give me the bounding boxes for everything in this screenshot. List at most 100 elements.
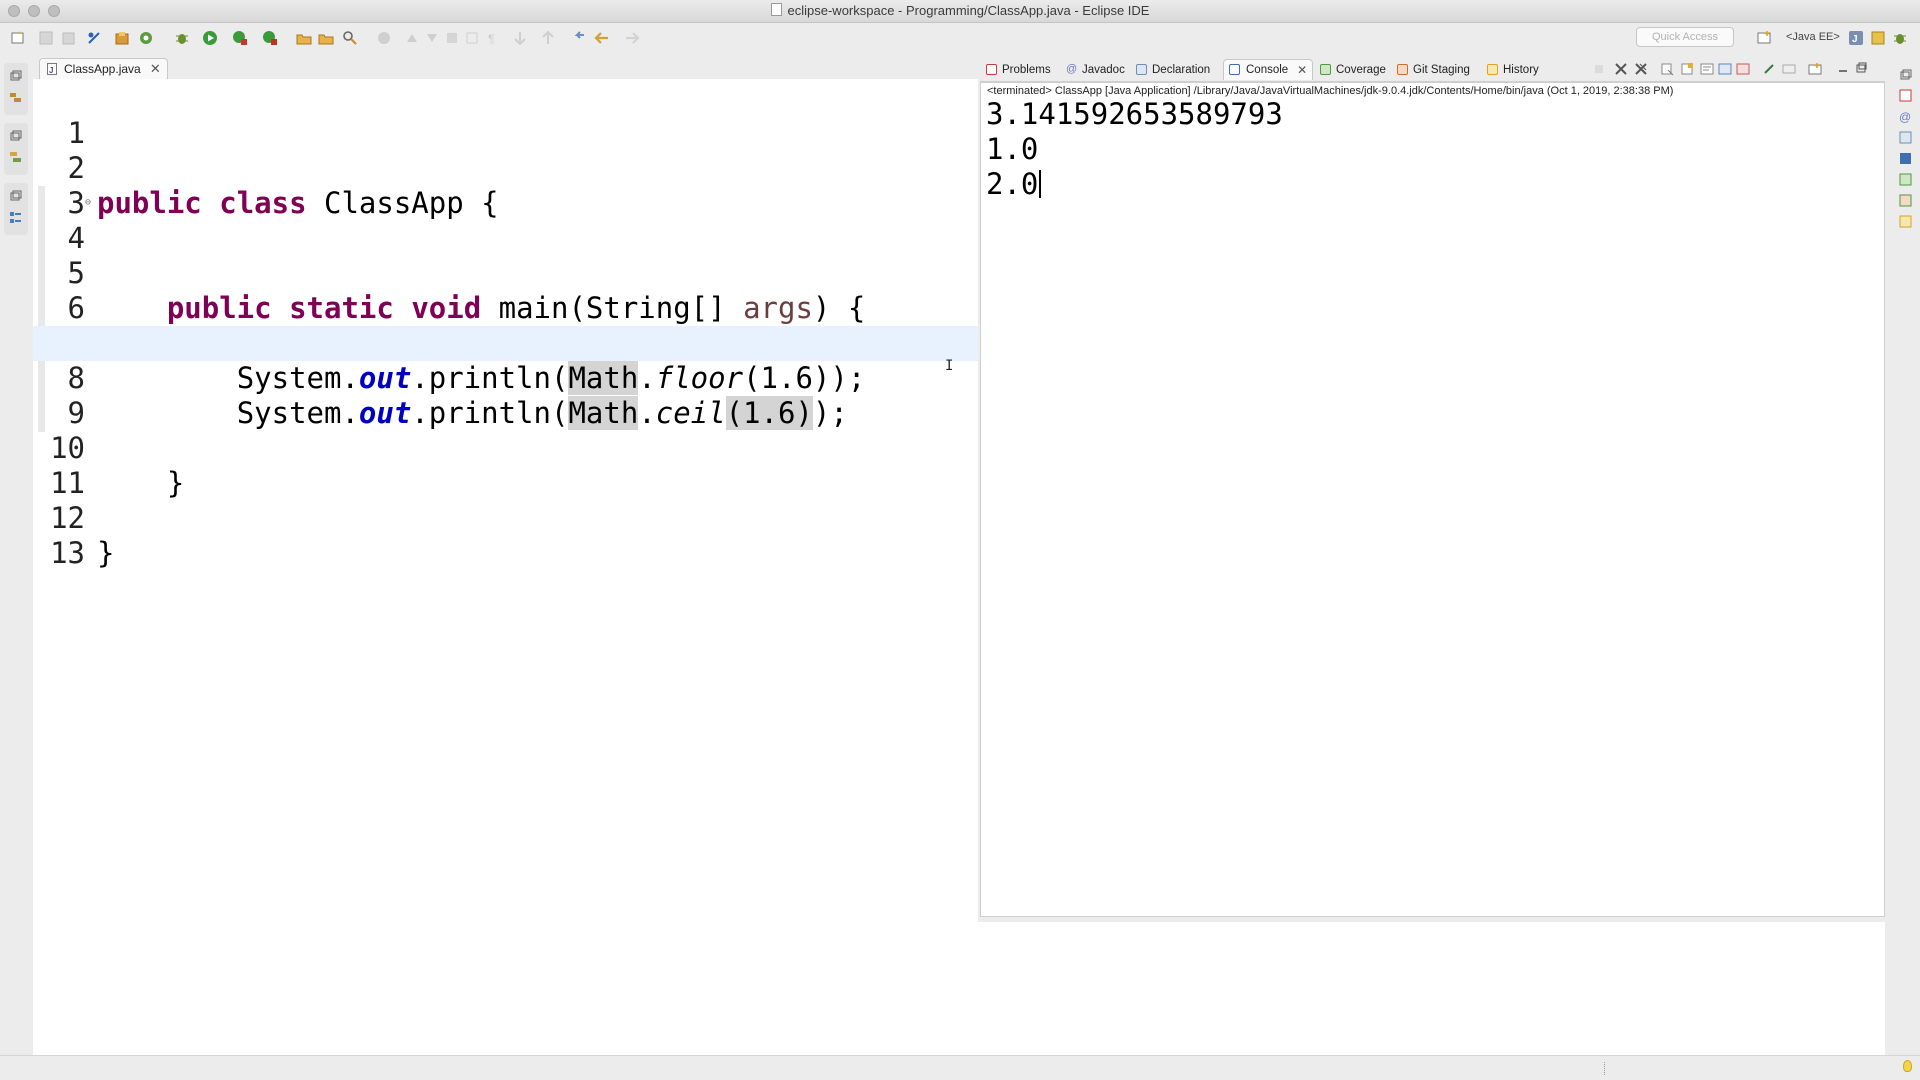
forward-icon[interactable] <box>624 30 640 46</box>
prev-annotation-icon[interactable] <box>424 30 440 46</box>
remove-launch-icon[interactable] <box>1614 62 1628 76</box>
pin-console-icon[interactable] <box>1762 62 1776 76</box>
svg-text:J: J <box>1852 34 1858 45</box>
show-on-error-icon[interactable] <box>1736 62 1750 76</box>
java-ee-perspective-button[interactable]: <Java EE> <box>1786 31 1840 43</box>
terminate-icon[interactable] <box>1592 62 1606 76</box>
code-line: 4 ⊖ public static void main(String[] arg… <box>33 186 978 326</box>
word-wrap-icon[interactable] <box>1700 62 1714 76</box>
problems-icon <box>986 64 997 75</box>
search-icon[interactable] <box>342 30 358 46</box>
previous-edit-icon[interactable] <box>540 30 556 46</box>
show-whitespace-icon[interactable]: ¶ <box>484 30 500 46</box>
trim-group-1 <box>4 63 28 115</box>
problems-icon[interactable] <box>1899 89 1912 102</box>
run-coverage-icon[interactable] <box>232 30 248 46</box>
tab-javadoc[interactable]: @ Javadoc <box>1066 60 1125 80</box>
java-perspective-icon[interactable]: J <box>1848 30 1864 46</box>
console-icon[interactable] <box>1899 152 1912 165</box>
show-on-output-icon[interactable] <box>1718 62 1732 76</box>
line-number: 13 <box>50 536 85 570</box>
tab-history[interactable]: History <box>1487 60 1539 80</box>
open-console-icon[interactable] <box>1808 62 1822 76</box>
debug-perspective-icon[interactable] <box>1892 30 1908 46</box>
editor-tab-classapp[interactable]: ClassApp.java ✕ <box>39 58 168 81</box>
next-annotation-icon[interactable] <box>404 30 420 46</box>
svg-text:¶: ¶ <box>488 32 494 46</box>
open-task-icon[interactable] <box>318 30 334 46</box>
code-line: 1 <box>33 81 978 150</box>
package-explorer-icon[interactable] <box>9 91 22 104</box>
save-all-icon[interactable] <box>60 30 76 46</box>
tab-console[interactable]: Console ✕ <box>1223 59 1314 80</box>
console-view[interactable]: <terminated> ClassApp [Java Application]… <box>980 82 1885 917</box>
code-line: 12 } <box>33 466 978 570</box>
new-server-icon[interactable] <box>138 30 154 46</box>
next-edit-icon[interactable] <box>512 30 528 46</box>
close-icon[interactable]: ✕ <box>1297 60 1307 80</box>
status-grip[interactable] <box>1604 1062 1607 1075</box>
external-tools-icon[interactable] <box>262 30 278 46</box>
view-maximize-icon[interactable] <box>1854 62 1868 76</box>
coverage-icon[interactable] <box>1899 173 1912 186</box>
console-process-description: <terminated> ClassApp [Java Application]… <box>987 85 1674 97</box>
left-trim-bar <box>0 55 30 1055</box>
trim-group-3 <box>4 183 28 235</box>
tab-problems[interactable]: Problems <box>986 60 1051 80</box>
code-line: 6 System.out.println(Math.PI); <box>33 256 978 360</box>
tab-coverage[interactable]: Coverage <box>1320 60 1386 80</box>
code-line: 2 public class ClassApp { <box>33 116 978 220</box>
declaration-icon[interactable] <box>1899 131 1912 144</box>
declaration-icon <box>1136 64 1147 75</box>
git-staging-icon[interactable] <box>1899 194 1912 207</box>
console-output-line: 3.141592653589793 <box>986 97 1283 131</box>
git-staging-icon <box>1397 64 1408 75</box>
console-output-line: 2.0 <box>986 167 1042 202</box>
code-line: 10 } <box>33 396 978 500</box>
at-sign-icon[interactable]: @ <box>1899 110 1912 123</box>
restore-icon[interactable] <box>1899 69 1912 82</box>
close-icon[interactable]: ✕ <box>150 59 161 79</box>
views-tab-bar: Problems @ Javadoc Declaration Console ✕ … <box>980 57 1885 82</box>
new-icon[interactable] <box>10 30 26 46</box>
restore-icon[interactable] <box>9 190 22 203</box>
restore-icon[interactable] <box>9 70 22 83</box>
save-icon[interactable] <box>38 30 54 46</box>
git-perspective-icon[interactable] <box>1870 30 1886 46</box>
tab-declaration[interactable]: Declaration <box>1136 60 1210 80</box>
history-icon <box>1487 64 1498 75</box>
remove-all-terminated-icon[interactable] <box>1634 62 1648 76</box>
display-console-icon[interactable] <box>1782 62 1796 76</box>
toggle-block-selection-icon[interactable] <box>464 30 480 46</box>
window-title: eclipse-workspace - Programming/ClassApp… <box>0 0 1920 22</box>
clear-console-icon[interactable] <box>1660 62 1674 76</box>
outline-icon[interactable] <box>9 211 22 224</box>
annotation-icon[interactable] <box>376 30 392 46</box>
restore-icon[interactable] <box>9 130 22 143</box>
servers-icon[interactable] <box>9 151 22 164</box>
open-package-icon[interactable] <box>114 30 130 46</box>
history-icon[interactable] <box>1899 215 1912 228</box>
debug-icon[interactable] <box>174 30 190 46</box>
fold-toggle-icon[interactable]: ⊖ <box>85 198 91 208</box>
open-perspective-icon[interactable] <box>1756 30 1772 46</box>
code-line: 5 <box>33 221 978 290</box>
lightbulb-icon[interactable] <box>1903 1060 1912 1072</box>
open-type-icon[interactable] <box>296 30 312 46</box>
svg-text:@: @ <box>1899 110 1911 123</box>
last-edit-location-icon[interactable] <box>572 30 588 46</box>
editor-tab-label: ClassApp.java <box>64 62 141 76</box>
toggle-mark-occurrences-icon[interactable] <box>444 30 460 46</box>
quick-access-field[interactable]: Quick Access <box>1636 27 1734 47</box>
code-line-current: 8 System.out.println(Math.ceil(1.6)); <box>33 326 978 430</box>
code-editor[interactable]: 1 2 public class ClassApp { 3 4 ⊖ public… <box>33 79 978 1055</box>
view-minimize-icon[interactable] <box>1836 62 1850 76</box>
run-icon[interactable] <box>202 30 218 46</box>
back-icon[interactable] <box>594 30 610 46</box>
skip-breakpoints-icon[interactable] <box>86 30 102 46</box>
tab-git-staging[interactable]: Git Staging <box>1397 60 1470 80</box>
console-output-line: 1.0 <box>986 132 1039 166</box>
editor-tab-bar: ClassApp.java ✕ <box>33 57 978 81</box>
code-line: 7 System.out.println(Math.floor(1.6)); <box>33 291 978 395</box>
scroll-lock-icon[interactable] <box>1680 62 1694 76</box>
